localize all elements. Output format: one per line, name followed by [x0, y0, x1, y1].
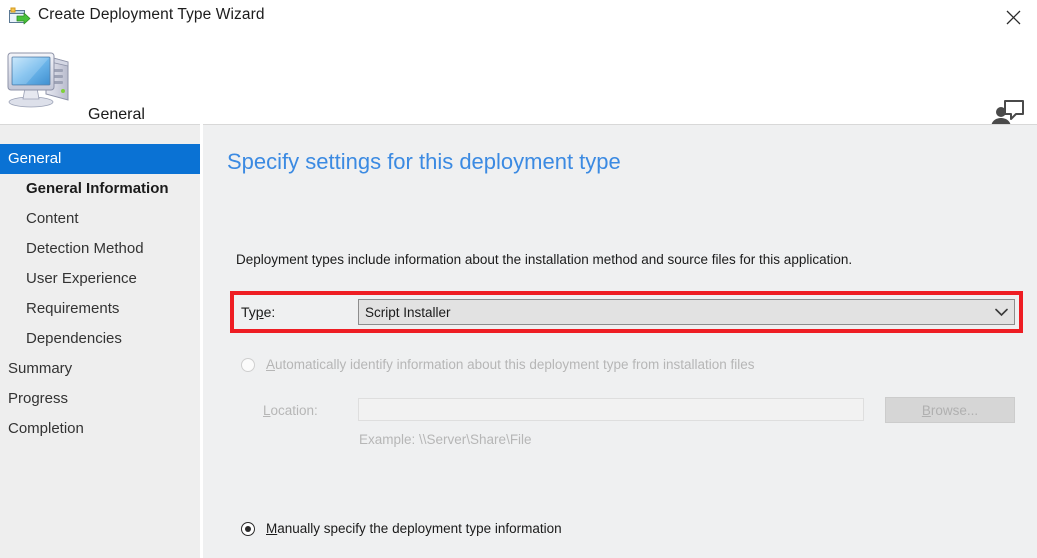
type-label: Type: [241, 304, 275, 320]
sidebar-item-progress[interactable]: Progress [0, 384, 200, 414]
close-icon [1006, 10, 1021, 24]
sidebar-item-general-information[interactable]: General Information [0, 174, 200, 204]
sidebar-item-requirements[interactable]: Requirements [0, 294, 200, 324]
auto-identify-radio[interactable] [241, 357, 255, 372]
type-dropdown[interactable]: Script Installer [358, 299, 1015, 325]
auto-identify-radio-label: Automatically identify information about… [266, 357, 755, 372]
sidebar-item-completion[interactable]: Completion [0, 414, 200, 444]
wizard-sidebar: General General Information Content Dete… [0, 124, 200, 558]
manual-specify-radio[interactable] [241, 521, 255, 536]
browse-button[interactable]: Browse... [885, 397, 1015, 423]
deployment-type-wizard-icon [9, 7, 31, 27]
content-description: Deployment types include information abo… [236, 252, 853, 267]
chevron-down-icon[interactable] [988, 308, 1014, 317]
auto-identify-accel: A [266, 357, 276, 372]
page-title: General [88, 106, 145, 123]
sidebar-item-general[interactable]: General [0, 144, 200, 174]
manual-specify-accel: M [266, 521, 278, 536]
manual-specify-text: anually specify the deployment type info… [277, 521, 562, 536]
wizard-content: Specify settings for this deployment typ… [203, 124, 1037, 558]
wizard-header: General [0, 36, 1037, 128]
location-example-text: Example: \\Server\Share\File [359, 432, 532, 447]
type-label-accel: p [255, 304, 264, 320]
location-label: Location: [263, 403, 318, 418]
type-dropdown-value: Script Installer [365, 304, 451, 320]
content-heading: Specify settings for this deployment typ… [227, 149, 621, 174]
sidebar-item-summary[interactable]: Summary [0, 354, 200, 384]
window-title: Create Deployment Type Wizard [38, 6, 265, 23]
wizard-step-list: General General Information Content Dete… [0, 144, 200, 444]
auto-identify-text: utomatically identify information about … [275, 357, 755, 372]
location-label-accel: L [263, 403, 271, 418]
manual-specify-radio-label: Manually specify the deployment type inf… [266, 521, 562, 536]
close-button[interactable] [990, 0, 1037, 34]
type-label-suffix: e: [263, 304, 276, 320]
sidebar-item-content[interactable]: Content [0, 204, 200, 234]
location-input[interactable] [358, 398, 864, 421]
location-label-rest: ocation: [270, 403, 318, 418]
sidebar-item-user-experience[interactable]: User Experience [0, 264, 200, 294]
manual-specify-radio-row[interactable]: Manually specify the deployment type inf… [241, 521, 562, 536]
browse-button-accel: B [921, 402, 931, 418]
auto-identify-radio-row[interactable]: Automatically identify information about… [241, 357, 755, 372]
browse-button-label: rowse... [930, 402, 979, 418]
sidebar-item-dependencies[interactable]: Dependencies [0, 324, 200, 354]
type-label-prefix: Ty [241, 304, 256, 320]
sidebar-item-detection-method[interactable]: Detection Method [0, 234, 200, 264]
computer-icon [6, 44, 78, 110]
title-bar: Create Deployment Type Wizard [0, 0, 1037, 36]
